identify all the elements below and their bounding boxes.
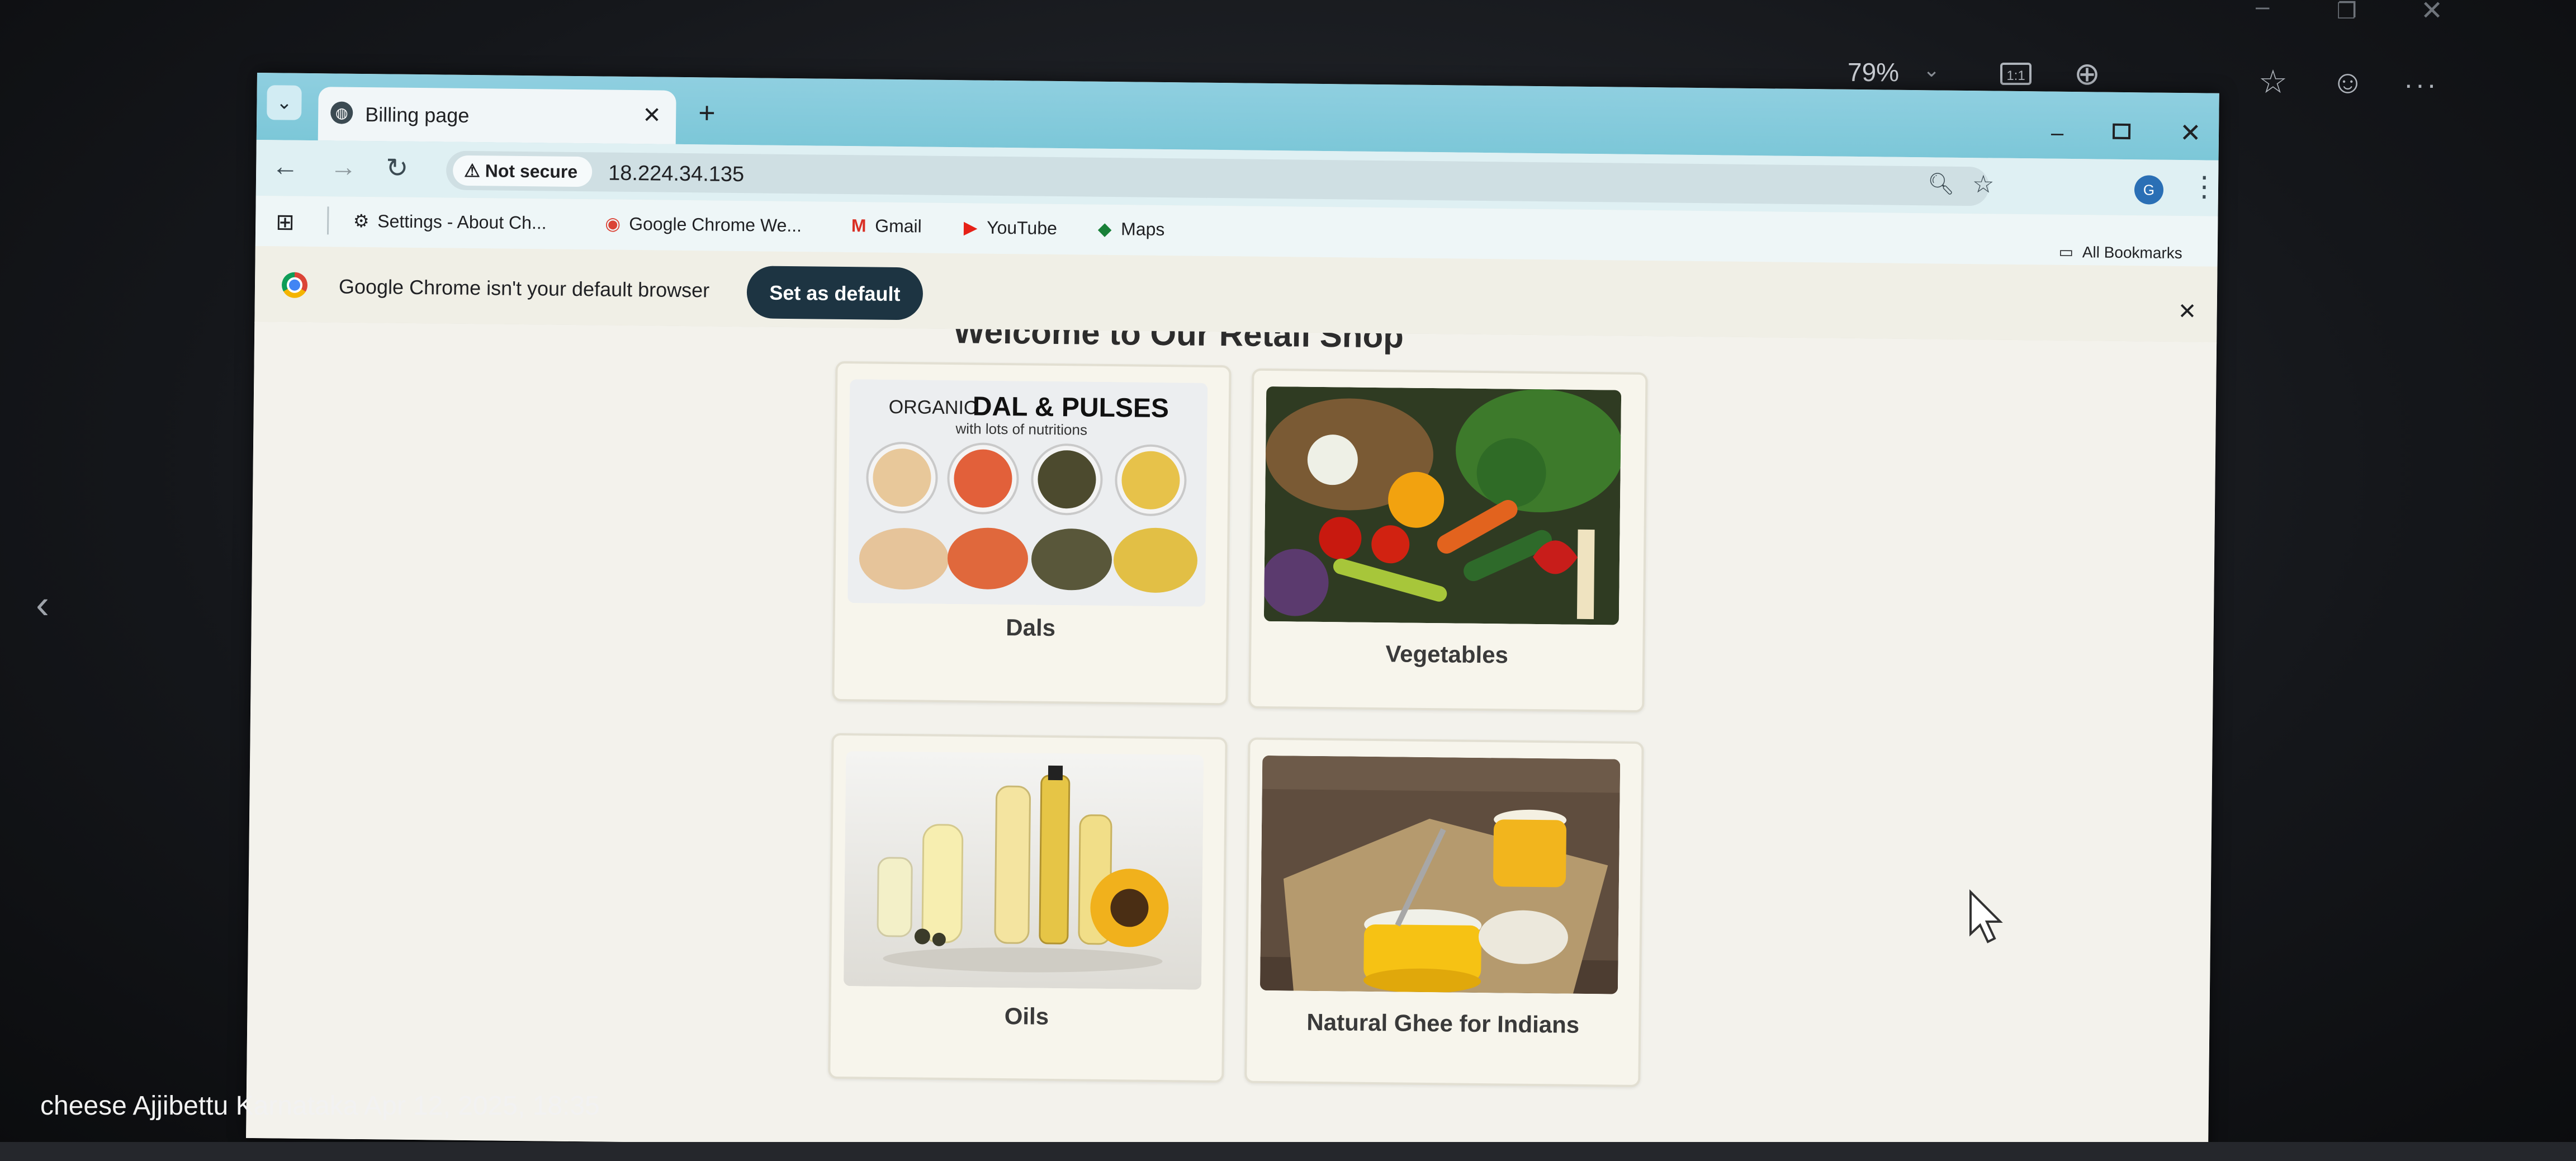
- globe-icon: ◍: [330, 101, 353, 124]
- page-content: Welcome to Our Retail Shop ORGANIC DAL &…: [246, 321, 2217, 1159]
- viewer-zoom-level[interactable]: 79%: [1848, 57, 1899, 87]
- forward-arrow-icon[interactable]: →: [330, 152, 357, 182]
- apps-grid-icon[interactable]: ⊞: [276, 209, 295, 235]
- browser-window: ⌄ ◍ Billing page ✕ + – ✕ ← → ↻ ⚠ Not sec…: [246, 73, 2219, 1159]
- category-label: Vegetables: [1385, 640, 1509, 668]
- category-card-oils[interactable]: Oils: [828, 733, 1228, 1083]
- security-label: Not secure: [485, 161, 578, 182]
- photo-caption: cheese Ajjibettu Karnataka Apr 12, 2025,…: [40, 1091, 600, 1121]
- address-bar[interactable]: ⚠ Not secure 18.224.34.135 🔍︎ ☆: [446, 150, 1995, 206]
- category-label: Dals: [1006, 614, 1056, 641]
- set-as-default-button[interactable]: Set as default: [746, 266, 924, 320]
- url-text[interactable]: 18.224.34.135: [608, 162, 744, 187]
- favorite-star-icon[interactable]: ☆: [2258, 66, 2288, 98]
- category-label: Natural Ghee for Indians: [1306, 1008, 1580, 1038]
- more-options-icon[interactable]: ···: [2404, 70, 2438, 98]
- infobar-message: Google Chrome isn't your default browser: [338, 275, 710, 302]
- bookmark-gmail[interactable]: M Gmail: [848, 215, 922, 237]
- category-card-ghee[interactable]: Natural Ghee for Indians: [1244, 737, 1644, 1088]
- kebab-menu-icon[interactable]: ⋮: [2190, 170, 2219, 203]
- tab-search-chevron-icon[interactable]: ⌄: [267, 85, 302, 120]
- window-minimize-icon[interactable]: –: [2051, 121, 2064, 146]
- chrome-logo-icon: [281, 272, 308, 298]
- chrome-icon: ◉: [605, 213, 621, 234]
- category-card-vegetables[interactable]: Vegetables: [1248, 368, 1648, 713]
- bookmark-label: Gmail: [875, 215, 922, 237]
- ghee-image: [1259, 755, 1621, 994]
- folder-icon: ▭: [2058, 243, 2074, 261]
- page-zoom-icon[interactable]: 🔍︎: [1928, 172, 1955, 197]
- bookmarks-divider: [326, 206, 329, 235]
- category-card-dals[interactable]: ORGANIC DAL & PULSES with lots of nutrit…: [832, 361, 1232, 706]
- bookmark-label: Settings - About Ch...: [377, 211, 547, 233]
- back-arrow-icon[interactable]: ←: [272, 151, 299, 182]
- viewer-previous-icon[interactable]: ‹: [36, 582, 49, 627]
- bookmark-youtube[interactable]: ▶ YouTube: [960, 216, 1057, 239]
- dals-image-organic: ORGANIC: [889, 397, 978, 419]
- window-maximize-icon[interactable]: [2112, 123, 2131, 140]
- bookmark-label: YouTube: [986, 217, 1058, 238]
- youtube-icon: ▶: [963, 217, 978, 238]
- actual-size-icon[interactable]: 1:1: [2000, 63, 2032, 85]
- reload-icon[interactable]: ↻: [386, 152, 409, 183]
- vegetables-image: [1263, 386, 1622, 625]
- bookmark-star-icon[interactable]: ☆: [1972, 170, 1995, 199]
- viewer-minimize-icon[interactable]: –: [2256, 0, 2269, 19]
- window-close-icon[interactable]: ✕: [2180, 117, 2201, 148]
- gmail-icon: M: [851, 215, 866, 236]
- taskbar-strip: [0, 1142, 2576, 1161]
- feedback-smile-icon[interactable]: ☺: [2331, 66, 2364, 98]
- bookmark-settings[interactable]: ⚙ Settings - About Ch...: [351, 210, 547, 234]
- chevron-down-icon[interactable]: ⌄: [1923, 58, 1940, 82]
- all-bookmarks[interactable]: ▭ All Bookmarks: [2056, 243, 2182, 262]
- mouse-cursor-icon: [1969, 889, 2003, 943]
- bookmark-chrome-web-store[interactable]: ◉ Google Chrome We...: [602, 213, 802, 236]
- maps-icon: ◆: [1097, 218, 1112, 239]
- profile-avatar[interactable]: G: [2134, 175, 2164, 205]
- all-bookmarks-label: All Bookmarks: [2082, 243, 2182, 262]
- dals-image: ORGANIC DAL & PULSES with lots of nutrit…: [847, 379, 1208, 607]
- tab-close-icon[interactable]: ✕: [642, 102, 661, 128]
- page-heading: Welcome to Our Retail Shop: [953, 329, 1404, 355]
- tab-billing-page[interactable]: ◍ Billing page ✕: [318, 87, 676, 144]
- oils-image: [843, 751, 1204, 990]
- security-chip[interactable]: ⚠ Not secure: [452, 155, 593, 187]
- bookmark-label: Google Chrome We...: [629, 213, 802, 236]
- infobar-close-icon[interactable]: ✕: [2177, 299, 2196, 324]
- warning-triangle-icon: ⚠: [464, 160, 485, 181]
- bookmark-maps[interactable]: ◆ Maps: [1094, 218, 1165, 240]
- category-label: Oils: [1004, 1003, 1049, 1030]
- dals-image-title: DAL & PULSES: [973, 391, 1169, 423]
- viewer-restore-icon[interactable]: ❐: [2337, 0, 2357, 22]
- dals-image-subtitle: with lots of nutritions: [955, 420, 1087, 438]
- zoom-in-icon[interactable]: ⊕: [2074, 58, 2100, 89]
- viewer-close-icon[interactable]: ✕: [2421, 0, 2443, 25]
- bookmark-label: Maps: [1120, 219, 1165, 240]
- tab-title: Billing page: [365, 103, 470, 127]
- gear-icon: ⚙: [353, 210, 370, 232]
- new-tab-button[interactable]: +: [698, 96, 716, 130]
